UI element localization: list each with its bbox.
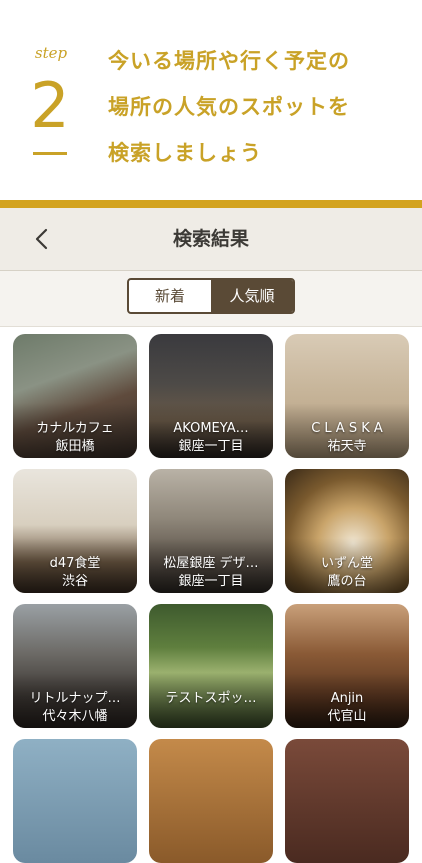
- spot-card[interactable]: カナルカフェ 飯田橋: [13, 334, 137, 458]
- step-instruction: step 2 今いる場所や行く予定の 場所の人気のスポットを 検索しましょう: [0, 0, 422, 200]
- spot-area: 銀座一丁目: [178, 439, 244, 454]
- spot-card[interactable]: C L A S K A 祐天寺: [285, 334, 409, 458]
- step-line-3: 検索しましょう: [108, 141, 262, 165]
- step-description: 今いる場所や行く予定の 場所の人気のスポットを 検索しましょう: [108, 38, 408, 176]
- spot-name: カナルカフェ: [36, 421, 114, 436]
- sort-tabs-bar: 新着 人気順: [0, 271, 422, 327]
- step-underline: [33, 152, 67, 155]
- spot-name: リトルナップ…: [29, 691, 121, 706]
- spot-name: テストスポッ…: [165, 691, 257, 706]
- spot-area: 代官山: [327, 709, 367, 724]
- spot-area: 代々木八幡: [42, 709, 108, 724]
- spot-area: 渋谷: [61, 574, 88, 589]
- spot-card[interactable]: d47食堂 渋谷: [13, 469, 137, 593]
- spot-name: いずん堂: [320, 556, 373, 571]
- step-line-2: 場所の人気のスポットを: [108, 95, 350, 119]
- spot-card[interactable]: 松屋銀座 デザ… 銀座一丁目: [149, 469, 273, 593]
- spot-name: 松屋銀座 デザ…: [163, 556, 259, 571]
- spot-card[interactable]: AKOMEYA… 銀座一丁目: [149, 334, 273, 458]
- tab-new[interactable]: 新着: [129, 280, 211, 312]
- spot-card[interactable]: [149, 739, 273, 863]
- sort-segmented-control: 新着 人気順: [127, 278, 295, 314]
- spot-card[interactable]: テストスポッ…: [149, 604, 273, 728]
- spot-photo: [149, 739, 273, 863]
- spot-area: 鷹の台: [327, 574, 367, 589]
- step-number: 2: [30, 69, 70, 142]
- chevron-left-icon[interactable]: [30, 226, 56, 252]
- spot-photo: [285, 739, 409, 863]
- spot-name: C L A S K A: [311, 421, 383, 436]
- spot-photo: [13, 739, 137, 863]
- spot-card[interactable]: リトルナップ… 代々木八幡: [13, 604, 137, 728]
- spot-name: AKOMEYA…: [173, 421, 249, 436]
- spot-area: 飯田橋: [55, 439, 95, 454]
- spot-card[interactable]: [285, 739, 409, 863]
- spot-name: d47食堂: [49, 556, 101, 571]
- spot-name: Anjin: [330, 691, 364, 706]
- step-line-1: 今いる場所や行く予定の: [108, 49, 350, 73]
- navigation-bar: 検索結果: [0, 208, 422, 271]
- spot-grid: カナルカフェ 飯田橋 AKOMEYA… 銀座一丁目 C L A S K A 祐天…: [0, 327, 422, 863]
- tab-popular[interactable]: 人気順: [211, 280, 293, 312]
- spot-card[interactable]: Anjin 代官山: [285, 604, 409, 728]
- divider: [0, 200, 422, 208]
- spot-card[interactable]: [13, 739, 137, 863]
- spot-area: 祐天寺: [327, 439, 367, 454]
- page-title: 検索結果: [172, 228, 249, 250]
- spot-card[interactable]: いずん堂 鷹の台: [285, 469, 409, 593]
- spot-area: 銀座一丁目: [178, 574, 244, 589]
- step-label: step: [34, 44, 68, 62]
